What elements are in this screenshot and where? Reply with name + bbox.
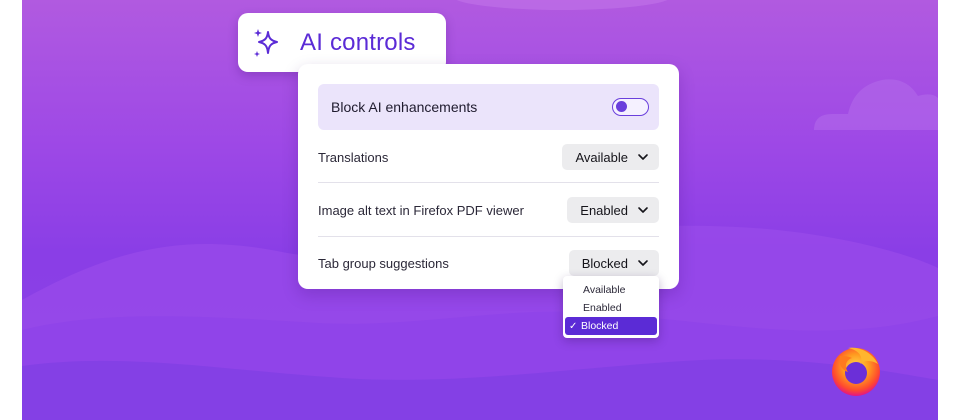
setting-label: Image alt text in Firefox PDF viewer	[318, 202, 524, 218]
setting-label: Translations	[318, 149, 389, 165]
setting-row-translations: Translations Available	[318, 137, 659, 177]
chevron-down-icon	[638, 207, 648, 213]
checkmark-icon: ✓	[569, 320, 578, 332]
ai-settings-card: Block AI enhancements Translations Avail…	[298, 64, 679, 289]
select-value: Blocked	[581, 255, 628, 271]
alt-text-select[interactable]: Enabled	[567, 197, 659, 223]
firefox-logo-icon	[832, 347, 880, 396]
chevron-down-icon	[638, 154, 648, 160]
page-title: AI controls	[300, 28, 416, 56]
block-ai-row: Block AI enhancements	[318, 84, 659, 130]
dropdown-option-enabled[interactable]: Enabled	[565, 299, 657, 317]
divider	[318, 236, 659, 237]
divider	[318, 182, 659, 183]
toggle-knob	[616, 101, 627, 112]
dropdown-option-available[interactable]: Available	[565, 281, 657, 299]
setting-label: Tab group suggestions	[318, 255, 449, 271]
chevron-down-icon	[638, 260, 648, 266]
tab-group-select[interactable]: Blocked	[568, 250, 659, 276]
option-label: Available	[583, 284, 626, 296]
option-label: Enabled	[583, 302, 622, 314]
block-ai-toggle[interactable]	[612, 98, 649, 116]
setting-row-alt-text: Image alt text in Firefox PDF viewer Ena…	[318, 190, 659, 230]
select-value: Enabled	[580, 202, 628, 218]
block-ai-label: Block AI enhancements	[331, 99, 478, 115]
dropdown-option-blocked[interactable]: ✓ Blocked	[565, 317, 657, 335]
option-label: Blocked	[581, 320, 619, 332]
tab-group-dropdown-menu: Available Enabled ✓ Blocked	[563, 276, 659, 338]
select-value: Available	[575, 149, 628, 165]
translations-select[interactable]: Available	[562, 144, 659, 170]
sparkle-icon	[250, 26, 284, 60]
